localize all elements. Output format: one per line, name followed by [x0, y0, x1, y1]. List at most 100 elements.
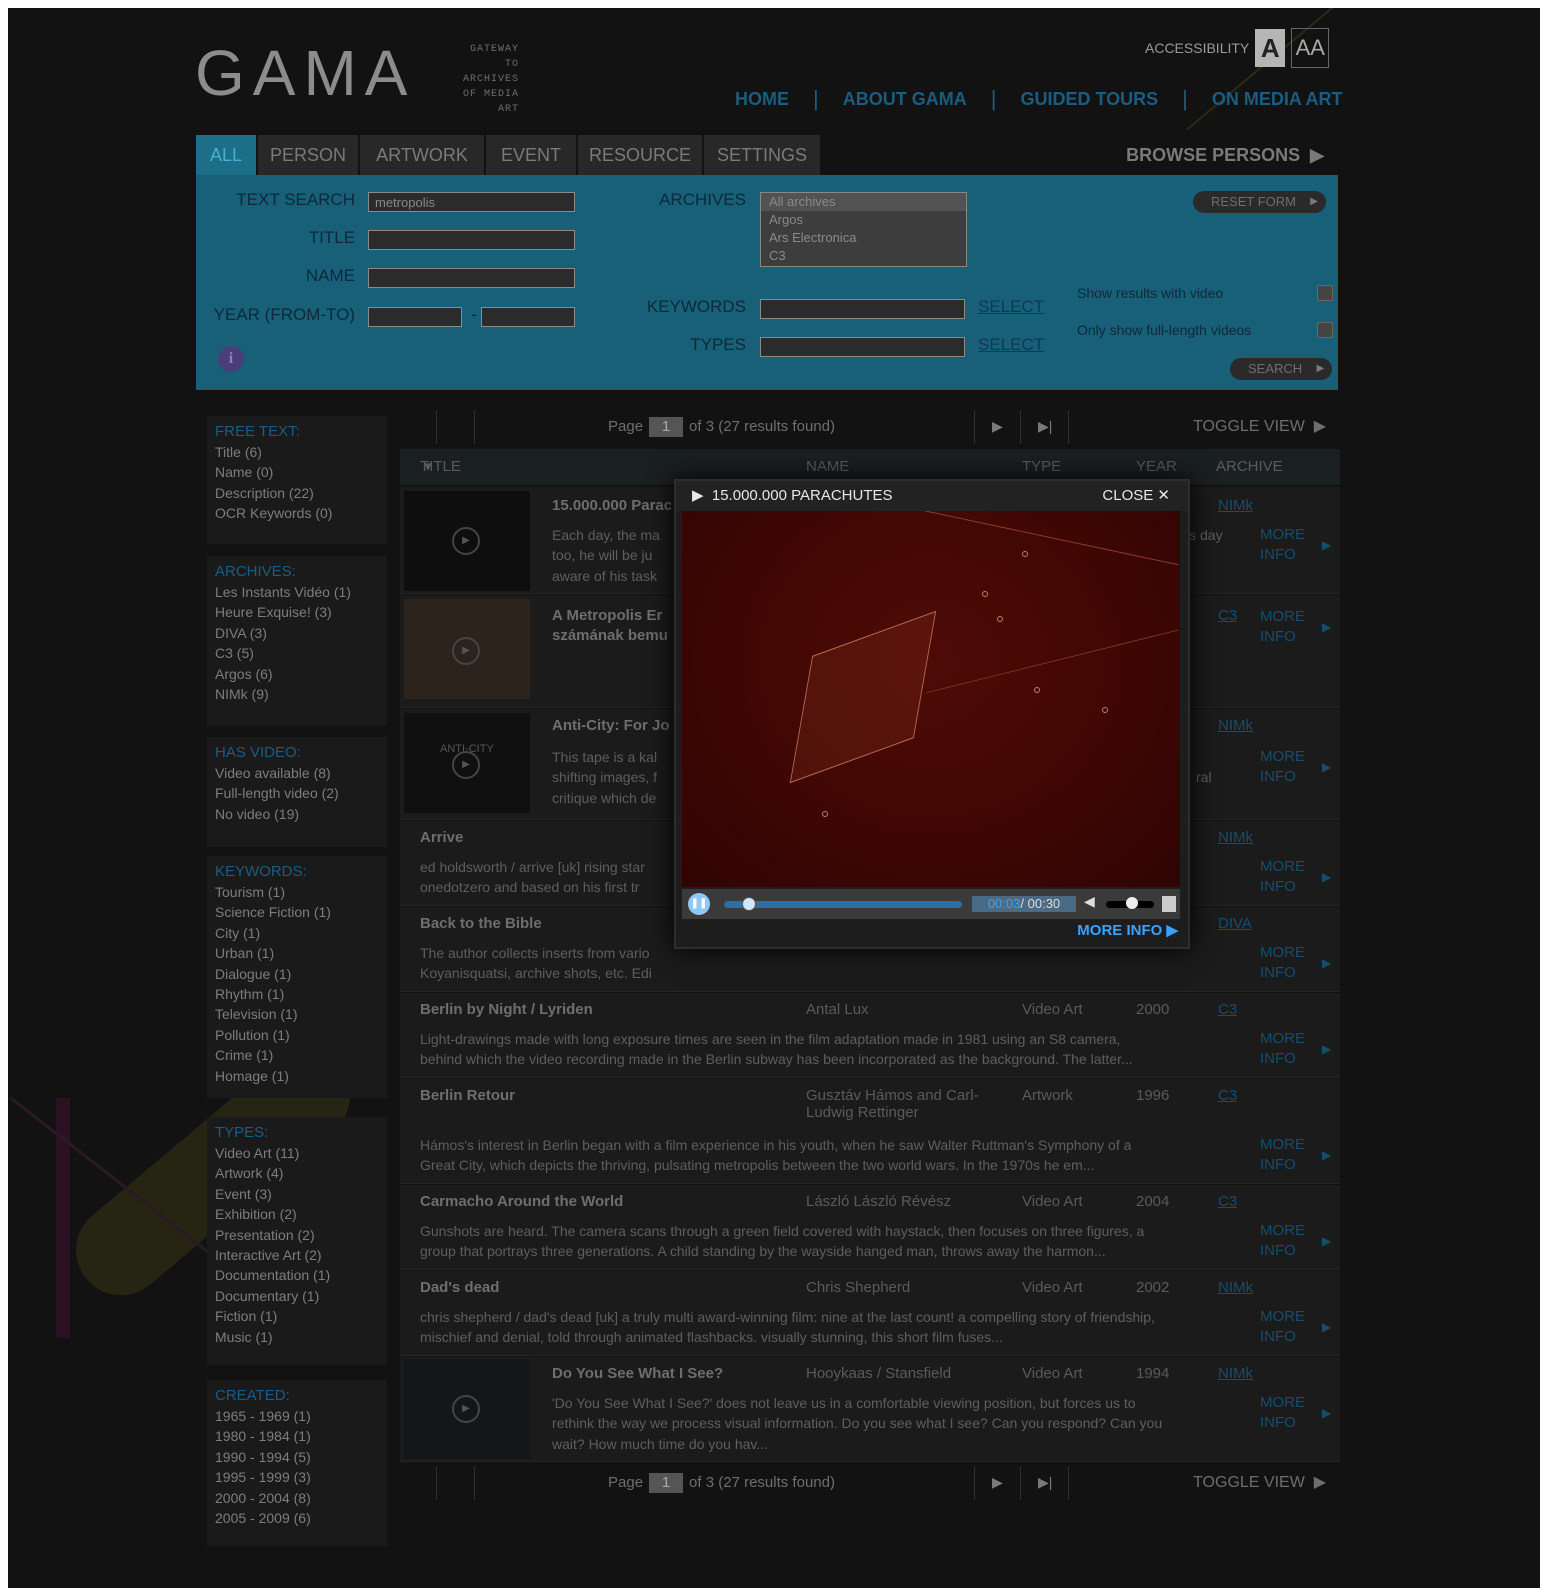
play-icon[interactable]: ▶: [452, 637, 480, 665]
close-icon[interactable]: ✕: [1157, 487, 1170, 504]
archive-link[interactable]: C3: [1218, 1087, 1237, 1104]
reset-form-button[interactable]: RESET FORM: [1193, 191, 1326, 213]
more-info-link[interactable]: MORE INFO: [1260, 747, 1331, 787]
contrast-icon[interactable]: A: [1255, 29, 1286, 67]
nav-on-media-art[interactable]: ON MEDIA ART: [1212, 89, 1343, 110]
facet-item[interactable]: Interactive Art (2): [215, 1245, 379, 1265]
tab-resource[interactable]: RESOURCE: [578, 135, 702, 175]
facet-item[interactable]: Event (3): [215, 1184, 379, 1204]
archive-link[interactable]: NIMk: [1218, 1365, 1253, 1382]
facet-item[interactable]: Exhibition (2): [215, 1204, 379, 1224]
page-number-input[interactable]: 1: [649, 417, 684, 437]
title-input[interactable]: [368, 230, 575, 250]
archive-link[interactable]: C3: [1218, 607, 1237, 624]
facet-item[interactable]: Video Art (11): [215, 1143, 379, 1163]
keywords-input[interactable]: [760, 299, 965, 319]
facet-item[interactable]: Title (6): [215, 442, 379, 462]
more-info-link[interactable]: MORE INFO: [1260, 1135, 1331, 1175]
result-title[interactable]: Do You See What I See?: [552, 1365, 723, 1382]
play-icon[interactable]: ▶: [452, 751, 480, 779]
facet-item[interactable]: 2000 - 2004 (8): [215, 1488, 379, 1508]
play-icon[interactable]: ▶: [452, 1395, 480, 1423]
facet-item[interactable]: 1980 - 1984 (1): [215, 1426, 379, 1446]
font-size-button[interactable]: AA: [1291, 28, 1330, 68]
more-info-link[interactable]: MORE INFO: [1260, 1393, 1331, 1433]
facet-item[interactable]: Fiction (1): [215, 1306, 379, 1326]
archive-link[interactable]: NIMk: [1218, 829, 1253, 846]
archive-link[interactable]: NIMk: [1218, 497, 1253, 514]
facet-item[interactable]: Rhythm (1): [215, 984, 379, 1004]
browse-persons-link[interactable]: BROWSE PERSONS ▶: [1126, 135, 1324, 175]
result-name[interactable]: László László Révész: [806, 1193, 951, 1210]
facet-item[interactable]: Full-length video (2): [215, 783, 379, 803]
seek-handle[interactable]: [741, 897, 756, 911]
result-name[interactable]: Gusztáv Hámos and Carl- Ludwig Rettinger: [806, 1087, 979, 1121]
facet-item[interactable]: Music (1): [215, 1327, 379, 1347]
more-info-link[interactable]: MORE INFO: [1260, 943, 1331, 983]
tab-artwork[interactable]: ARTWORK: [360, 135, 484, 175]
facet-item[interactable]: 1990 - 1994 (5): [215, 1447, 379, 1467]
more-info-link[interactable]: MORE INFO: [1260, 1307, 1331, 1347]
last-page-icon[interactable]: ▶|: [1038, 418, 1052, 435]
pause-icon[interactable]: ❚❚: [688, 893, 710, 915]
facet-item[interactable]: Les Instants Vidéo (1): [215, 582, 379, 602]
types-select-link[interactable]: SELECT: [978, 335, 1044, 355]
facet-item[interactable]: Argos (6): [215, 664, 379, 684]
volume-handle[interactable]: [1126, 897, 1138, 909]
close-button[interactable]: CLOSE ✕: [1102, 481, 1170, 511]
tab-person[interactable]: PERSON: [258, 135, 358, 175]
result-title[interactable]: Berlin Retour: [420, 1087, 515, 1104]
facet-item[interactable]: Crime (1): [215, 1045, 379, 1065]
facet-item[interactable]: NIMk (9): [215, 684, 379, 704]
result-title[interactable]: Dad's dead: [420, 1279, 499, 1296]
facet-item[interactable]: Artwork (4): [215, 1163, 379, 1183]
nav-home[interactable]: HOME: [735, 89, 789, 110]
next-page-icon[interactable]: ▶: [992, 1474, 1003, 1491]
facet-item[interactable]: Description (22): [215, 483, 379, 503]
year-to-input[interactable]: [481, 307, 575, 327]
result-title[interactable]: Back to the Bible: [420, 915, 542, 932]
facet-item[interactable]: OCR Keywords (0): [215, 503, 379, 523]
next-page-icon[interactable]: ▶: [992, 418, 1003, 435]
more-info-link[interactable]: MORE INFO: [1260, 1029, 1331, 1069]
year-from-input[interactable]: [368, 307, 462, 327]
archive-link[interactable]: DIVA: [1218, 915, 1252, 932]
search-button[interactable]: SEARCH: [1230, 358, 1333, 380]
volume-icon[interactable]: ◀: [1084, 893, 1095, 910]
toggle-view-button[interactable]: TOGGLE VIEW ▶: [1193, 1462, 1326, 1504]
archives-select[interactable]: All archives Argos Ars Electronica C3: [760, 192, 967, 267]
facet-item[interactable]: Documentary (1): [215, 1286, 379, 1306]
play-icon[interactable]: ▶: [452, 527, 480, 555]
modal-more-info-link[interactable]: MORE INFO ▶: [1077, 921, 1178, 939]
facet-item[interactable]: Television (1): [215, 1004, 379, 1024]
archives-option[interactable]: C3: [761, 247, 966, 265]
archives-option[interactable]: Ars Electronica: [761, 229, 966, 247]
facet-item[interactable]: Urban (1): [215, 943, 379, 963]
facet-item[interactable]: 2005 - 2009 (6): [215, 1508, 379, 1528]
last-page-icon[interactable]: ▶|: [1038, 1474, 1052, 1491]
facet-item[interactable]: Documentation (1): [215, 1265, 379, 1285]
seek-bar[interactable]: [724, 901, 962, 908]
name-input[interactable]: [368, 268, 575, 288]
facet-item[interactable]: Tourism (1): [215, 882, 379, 902]
full-length-checkbox[interactable]: [1317, 322, 1333, 338]
more-info-link[interactable]: MORE INFO: [1260, 857, 1331, 897]
more-info-link[interactable]: MORE INFO: [1260, 1221, 1331, 1261]
more-info-link[interactable]: MORE INFO: [1260, 525, 1331, 565]
more-info-link[interactable]: MORE INFO: [1260, 607, 1331, 647]
result-title[interactable]: 15.000.000 Parac: [552, 497, 672, 514]
tab-event[interactable]: EVENT: [486, 135, 576, 175]
facet-item[interactable]: Heure Exquise! (3): [215, 602, 379, 622]
facet-item[interactable]: Pollution (1): [215, 1025, 379, 1045]
facet-item[interactable]: Homage (1): [215, 1066, 379, 1086]
video-thumbnail[interactable]: ▶: [404, 599, 530, 699]
result-title[interactable]: Anti-City: For Jo: [552, 717, 670, 734]
video-frame[interactable]: [682, 511, 1180, 887]
facet-item[interactable]: DIVA (3): [215, 623, 379, 643]
fullscreen-icon[interactable]: [1162, 896, 1176, 912]
page-number-input[interactable]: 1: [649, 1473, 684, 1493]
types-input[interactable]: [760, 337, 965, 357]
show-video-checkbox[interactable]: [1317, 285, 1333, 301]
tab-settings[interactable]: SETTINGS: [704, 135, 820, 175]
facet-item[interactable]: Science Fiction (1): [215, 902, 379, 922]
